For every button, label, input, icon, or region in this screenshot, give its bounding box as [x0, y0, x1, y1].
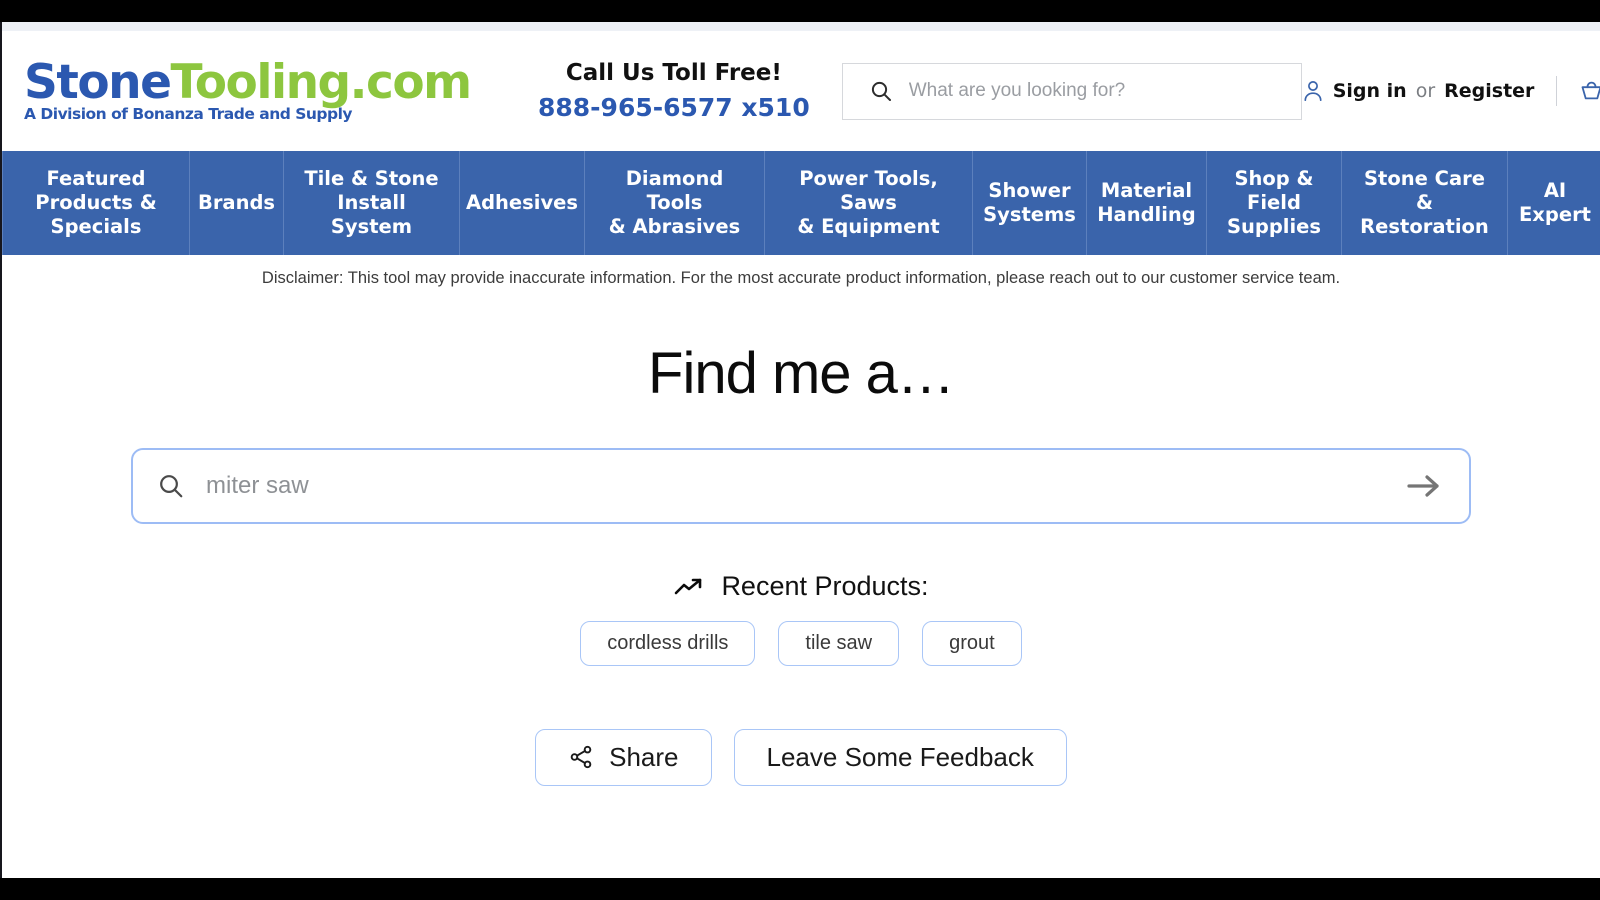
phone-block: Call Us Toll Free! 888-965-6577 x510 [538, 59, 810, 123]
action-buttons: Share Leave Some Feedback [2, 729, 1600, 786]
header-search-box[interactable] [841, 62, 1302, 120]
nav-item-tile-stone-install-system[interactable]: Tile & Stone Install System [284, 151, 460, 255]
trending-up-icon [673, 575, 705, 599]
leave-feedback-button-label: Leave Some Feedback [766, 742, 1034, 772]
nav-item-adhesives[interactable]: Adhesives [460, 151, 585, 255]
nav-item-ai-expert[interactable]: AI Expert [1508, 151, 1600, 255]
nav-item-shop-field-supplies[interactable]: Shop & Field Supplies [1207, 151, 1342, 255]
hero-search-submit-button[interactable] [1401, 463, 1447, 509]
nav-item-diamond-tools-abrasives[interactable]: Diamond Tools & Abrasives [585, 151, 765, 255]
nav-item-material-handling[interactable]: Material Handling [1087, 151, 1207, 255]
recent-products-header: Recent Products: [2, 571, 1600, 602]
recent-products-chips: cordless drills tile saw grout [2, 621, 1600, 666]
logo-word-stone: Stone [24, 55, 172, 111]
shopping-bag-icon [1579, 79, 1600, 103]
header-divider [1556, 76, 1558, 106]
logo-word-tooling: Tooling.com [170, 55, 472, 111]
leave-feedback-button[interactable]: Leave Some Feedback [733, 729, 1067, 786]
recent-chip-grout[interactable]: grout [922, 621, 1022, 666]
phone-number-link[interactable]: 888-965-6577 x510 [538, 92, 810, 123]
site-header: StoneTooling.com A Division of Bonanza T… [2, 31, 1600, 151]
register-link[interactable]: Register [1444, 80, 1534, 102]
search-icon [157, 472, 187, 500]
nav-item-stone-care-restoration[interactable]: Stone Care & Restoration [1342, 151, 1508, 255]
sign-in-group[interactable]: Sign in or Register [1302, 79, 1534, 103]
main-content: Find me a… miter saw Recent Products: co… [2, 288, 1600, 786]
hero-search-wrapper [131, 448, 1471, 524]
sign-in-link[interactable]: Sign in [1333, 80, 1407, 102]
nav-item-shower-systems[interactable]: Shower Systems [973, 151, 1087, 255]
disclaimer-text: Disclaimer: This tool may provide inaccu… [261, 269, 1341, 287]
recent-chip-cordless-drills[interactable]: cordless drills [580, 621, 756, 666]
phone-label: Call Us Toll Free! [565, 60, 782, 86]
hero-search-box[interactable] [131, 448, 1471, 524]
recent-products-label: Recent Products: [721, 571, 929, 601]
search-icon [867, 79, 895, 103]
header-search-input[interactable] [906, 79, 1287, 103]
user-icon [1302, 79, 1324, 103]
share-button[interactable]: Share [535, 729, 712, 786]
arrow-right-icon [1404, 472, 1444, 500]
share-icon [568, 744, 594, 770]
page-title: Find me a… [648, 341, 955, 406]
main-navigation: Featured Products & Specials Brands Tile… [2, 151, 1600, 255]
cart-group[interactable]: (0) [1579, 79, 1600, 103]
logo-wordmark: StoneTooling.com [24, 59, 494, 106]
nav-item-featured-products-specials[interactable]: Featured Products & Specials [2, 151, 190, 255]
recent-chip-tile-saw[interactable]: tile saw [778, 621, 900, 666]
account-area: Sign in or Register (0) [1302, 76, 1600, 106]
nav-item-power-tools-saws-equipment[interactable]: Power Tools, Saws & Equipment [765, 151, 973, 255]
site-logo[interactable]: StoneTooling.com A Division of Bonanza T… [24, 59, 494, 123]
sign-in-separator-text: or [1415, 80, 1436, 102]
hero-search-input[interactable] [204, 471, 1401, 501]
share-button-label: Share [609, 742, 679, 772]
page-top-strip [2, 22, 1600, 31]
nav-item-brands[interactable]: Brands [190, 151, 284, 255]
browser-viewport: StoneTooling.com A Division of Bonanza T… [0, 22, 1600, 878]
